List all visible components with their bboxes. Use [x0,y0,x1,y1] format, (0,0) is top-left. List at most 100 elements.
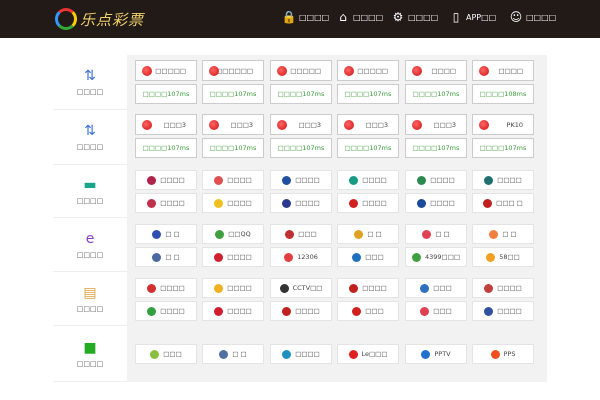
latency-text: □□□□107ms [209,144,257,152]
site-link[interactable]: □□□□ [202,170,264,190]
lottery-link[interactable]: □□□□□ [337,60,399,81]
lottery-link[interactable]: □□□3 [270,114,332,135]
site-link[interactable]: □□□□ [135,170,197,190]
site-link[interactable]: □□□ [405,301,467,321]
site-name: □□□□ [362,199,387,207]
site-link[interactable]: □□□□ [202,247,264,267]
latency-indicator[interactable]: □□□□107ms [270,84,332,104]
site-link[interactable]: □ □ [405,224,467,244]
nav-item-4[interactable]: ▯ APP□□ [450,10,497,24]
site-link[interactable]: 12306 [270,247,332,267]
site-link[interactable]: □□□□ [270,301,332,321]
site-link[interactable]: □□□□ [405,170,467,190]
site-link[interactable]: □□□□ [270,193,332,213]
site-link[interactable]: □□QQ [202,224,264,244]
site-link[interactable]: □□□ [270,224,332,244]
site-logo-icon [484,283,494,293]
lottery-link[interactable]: □□□3 [405,114,467,135]
site-name: □ □ [367,230,382,238]
site-link[interactable]: □□□□ [337,193,399,213]
nav-item-1[interactable]: 🔒 □□□□ [282,10,330,24]
site-link[interactable]: □ □ [135,224,197,244]
lottery-link[interactable]: □□□□□ [135,60,197,81]
nav-item-2[interactable]: ⌂ □□□□ [337,10,383,24]
site-link[interactable]: Le□□□ [337,344,399,364]
site-link[interactable]: PPS [472,344,534,364]
site-link[interactable]: □□□ □ [472,193,534,213]
lottery-link[interactable]: □□□3 [135,114,197,135]
latency-indicator[interactable]: □□□□107ms [337,84,399,104]
site-link[interactable]: □□□□ [202,301,264,321]
site-name: 58□□ [499,253,520,261]
site-link[interactable]: □ □ [472,224,534,244]
latency-indicator[interactable]: □□□□107ms [270,138,332,158]
site-link[interactable]: □□□□ [135,301,197,321]
nav-item-5[interactable]: ☺ □□□□ [510,10,556,24]
lottery-name: □□□3 [433,120,456,129]
browser-icon: e [85,230,95,247]
site-link[interactable]: □□□□ [337,170,399,190]
site-link[interactable]: PPTV [405,344,467,364]
site-link[interactable]: □□□□ [472,278,534,298]
lottery-link[interactable]: □□□3 [202,114,264,135]
site-link[interactable]: □□□□ [270,170,332,190]
nav-label: APP□□ [466,12,497,22]
site-link[interactable]: □□□ [135,344,197,364]
site-link[interactable]: □□□□ [135,193,197,213]
site-name: □□□ [365,307,384,315]
latency-indicator[interactable]: □□□□107ms [405,84,467,104]
category-tab-1[interactable]: ⇅ □□□□ [53,55,127,110]
category-tab-6[interactable]: ■ □□□□ [53,326,127,382]
site-link[interactable]: □□□□ [135,278,197,298]
category-tab-3[interactable]: ▬ □□□□ [53,165,127,218]
site-link[interactable]: □□□□ [202,193,264,213]
category-tab-4[interactable]: e □□□□ [53,218,127,272]
latency-indicator[interactable]: □□□□107ms [472,138,534,158]
site-link[interactable]: □□□□ [202,278,264,298]
lottery-link[interactable]: □□□□ [472,60,534,81]
latency-indicator[interactable]: □□□□107ms [202,138,264,158]
site-link[interactable]: □□□□ [472,170,534,190]
site-link[interactable]: □□□□ [337,278,399,298]
site-link[interactable]: CCTV□□ [270,278,332,298]
site-logo-icon [484,306,494,316]
latency-indicator[interactable]: □□□□107ms [135,84,197,104]
category-tab-2[interactable]: ⇅ □□□□ [53,110,127,165]
site-link[interactable]: □□□ [337,301,399,321]
site-link[interactable]: □□□ [405,278,467,298]
site-logo-icon [214,283,224,293]
site-logo-icon [352,252,362,262]
nav-item-3[interactable]: ⚙ □□□□ [392,10,439,24]
lottery-name: □□□□□□ [216,66,253,75]
lottery-link[interactable]: □□□□□□ [202,60,264,81]
site-link[interactable]: □□□□ [270,344,332,364]
site-link[interactable]: □ □ [202,344,264,364]
site-logo-icon [420,306,430,316]
latency-indicator[interactable]: □□□□107ms [337,138,399,158]
site-link[interactable]: □ □ [337,224,399,244]
lottery-link[interactable]: □□□3 [337,114,399,135]
lottery-link[interactable]: PK10 [472,114,534,135]
site-logo-icon [147,283,157,293]
site-link[interactable]: □□□□ [405,193,467,213]
latency-indicator[interactable]: □□□□108ms [472,84,534,104]
site-link[interactable]: □ □ [135,247,197,267]
logo[interactable]: 乐点彩票 [55,6,144,32]
latency-text: □□□□107ms [479,144,527,152]
lottery-link[interactable]: □□□□□ [270,60,332,81]
latency-text: □□□□107ms [142,90,190,98]
site-logo-icon [282,175,292,185]
category-label: □□□□ [76,143,104,151]
latency-indicator[interactable]: □□□□107ms [202,84,264,104]
category-tab-5[interactable]: ▤ □□□□ [53,272,127,326]
site-link[interactable]: 4399□□□ [405,247,467,267]
site-logo-icon [215,229,225,239]
site-link[interactable]: □□□□ [472,301,534,321]
site-name: □□□□ [497,284,522,292]
lottery-link[interactable]: □□□□ [405,60,467,81]
latency-indicator[interactable]: □□□□107ms [135,138,197,158]
site-link[interactable]: □□□ [337,247,399,267]
site-name: □□□□ [160,176,185,184]
latency-indicator[interactable]: □□□□107ms [405,138,467,158]
site-link[interactable]: 58□□ [472,247,534,267]
